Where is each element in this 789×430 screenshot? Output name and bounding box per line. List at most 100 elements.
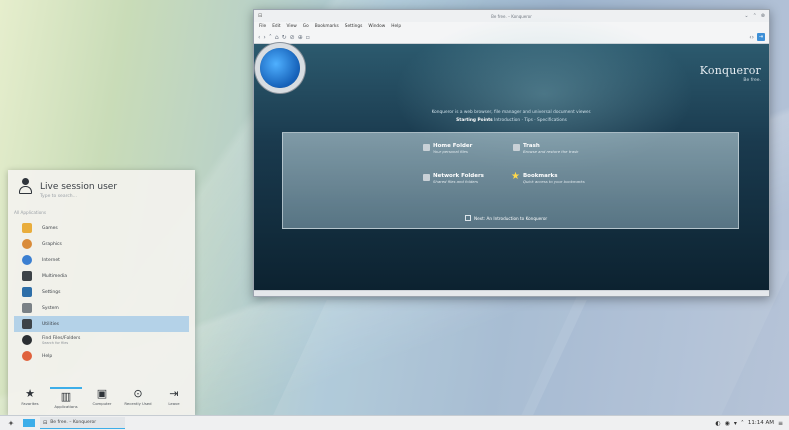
tab-label: Recently Used <box>124 401 152 406</box>
entry-desc: Your personal files <box>433 149 468 154</box>
go-button[interactable]: ⇥ <box>757 33 765 41</box>
location-icon[interactable]: ⊕ <box>298 34 303 41</box>
app-sublabel: Search for files <box>42 340 69 345</box>
app-item-find-files[interactable]: Find Files/Folders Search for files <box>8 332 195 348</box>
task-konqueror[interactable]: ⊟ Be free. – Konqueror <box>40 417 125 429</box>
multimedia-icon <box>22 271 32 281</box>
app-label: Graphics <box>42 241 62 247</box>
brand-block: Konqueror Be free. <box>700 64 761 83</box>
brand-name: Konqueror <box>699 64 761 77</box>
clock-icon: ⊙ <box>133 387 143 400</box>
starting-points-link[interactable]: Starting Points <box>456 118 493 123</box>
menu-window[interactable]: Window <box>368 24 385 29</box>
updates-icon[interactable]: ◉ <box>725 420 730 427</box>
app-item-settings[interactable]: Settings <box>8 284 195 300</box>
games-icon <box>22 223 32 233</box>
tab-computer[interactable]: ▣ Computer <box>86 387 118 409</box>
network-folders-entry[interactable]: Network Folders Shared files and folders <box>423 173 484 184</box>
home-folder-entry[interactable]: Home Folder Your personal files <box>423 143 472 154</box>
introduction-link[interactable]: Next: An Introduction to Konqueror <box>465 215 547 221</box>
star-icon: ★ <box>511 171 520 182</box>
app-item-multimedia[interactable]: Multimedia <box>8 268 195 284</box>
entry-desc: Shared files and folders <box>433 179 479 184</box>
star-icon: ★ <box>25 387 35 400</box>
app-label: Find Files/Folders <box>42 335 81 341</box>
menu-file[interactable]: File <box>259 24 266 29</box>
intro-block: Konqueror is a web browser, file manager… <box>254 110 769 123</box>
intro-text: Konqueror is a web browser, file manager… <box>431 110 592 115</box>
user-avatar-icon <box>18 178 33 195</box>
tab-leave[interactable]: ⇥ Leave <box>158 387 190 409</box>
menu-view[interactable]: View <box>287 24 297 29</box>
tab-label: Computer <box>92 401 112 406</box>
status-bar <box>254 290 769 296</box>
app-item-help[interactable]: Help <box>8 348 195 364</box>
tab-label: Leave <box>168 401 180 406</box>
stop-icon[interactable]: ⊘ <box>290 34 295 41</box>
clipboard-icon[interactable]: ◐ <box>715 420 720 427</box>
trash-icon <box>513 144 520 151</box>
pager[interactable] <box>23 419 35 427</box>
menu-bookmarks[interactable]: Bookmarks <box>315 24 339 29</box>
home-icon[interactable]: ⌂ <box>275 34 279 41</box>
app-label: Internet <box>42 257 60 263</box>
taskbar: ✦ ⊟ Be free. – Konqueror ◐ ◉ ▾ ˄ 11:14 A… <box>0 415 789 430</box>
menu-settings[interactable]: Settings <box>345 24 363 29</box>
system-icon <box>22 303 32 313</box>
up-icon[interactable]: ˄ <box>269 34 272 41</box>
tab-label: Favorites <box>21 401 39 406</box>
reload-icon[interactable]: ↻ <box>282 34 287 41</box>
app-item-utilities[interactable]: Utilities <box>14 316 189 332</box>
user-name: Live session user <box>40 181 118 192</box>
system-tray: ◐ ◉ ▾ ˄ 11:14 AM ≡ <box>715 420 783 427</box>
computer-icon: ▣ <box>96 387 108 400</box>
panel-settings-icon[interactable]: ≡ <box>778 420 783 427</box>
applications-icon: ▥ <box>60 390 72 403</box>
help-icon <box>22 351 32 361</box>
tab-label: Applications <box>54 404 78 409</box>
clock[interactable]: 11:14 AM <box>748 420 774 426</box>
trash-entry[interactable]: Trash Browse and restore the trash <box>513 143 578 154</box>
app-label: Utilities <box>42 321 59 327</box>
arrow-icon <box>465 215 471 221</box>
tab-favorites[interactable]: ★ Favorites <box>14 387 46 409</box>
graphics-icon <box>22 239 32 249</box>
bookmarks-entry[interactable]: ★ Bookmarks Quick access to your bookmar… <box>511 171 585 185</box>
internet-icon <box>22 255 32 265</box>
leave-icon: ⇥ <box>169 387 179 400</box>
home-folder-icon <box>423 144 430 151</box>
application-launcher: Live session user Type to search... All … <box>8 170 195 415</box>
network-folder-icon <box>423 174 430 181</box>
new-tab-icon[interactable]: ▫ <box>306 34 310 41</box>
network-icon[interactable]: ▾ <box>734 420 737 427</box>
app-label: Games <box>42 225 58 231</box>
app-item-graphics[interactable]: Graphics <box>8 236 195 252</box>
app-list: Games Graphics Internet Multimedia Setti… <box>8 220 195 364</box>
expand-tray-icon[interactable]: ˄ <box>741 420 744 427</box>
app-item-games[interactable]: Games <box>8 220 195 236</box>
app-label: System <box>42 305 59 311</box>
history-arrows-icon[interactable]: ‹› <box>749 34 754 41</box>
app-label: Multimedia <box>42 273 68 279</box>
konqueror-window: ⊟ Be free. – Konqueror ⌄ ⌃ ⊗ File Edit V… <box>253 9 770 297</box>
introduction-link-label: Next: An Introduction to Konqueror <box>474 215 548 221</box>
app-label: Settings <box>42 289 61 295</box>
app-label: Help <box>42 353 53 359</box>
entry-desc: Quick access to your bookmarks <box>522 179 585 184</box>
start-page: Konqueror Be free. Konqueror is a web br… <box>254 14 769 291</box>
launcher-tabs: ★ Favorites ▥ Applications ▣ Computer ⊙ … <box>14 387 190 409</box>
app-item-internet[interactable]: Internet <box>8 252 195 268</box>
nav-links[interactable]: Introduction · Tips · Specifications <box>494 118 567 123</box>
search-input[interactable]: Type to search... <box>40 194 77 199</box>
entry-desc: Browse and restore the trash <box>523 149 579 154</box>
tab-recently-used[interactable]: ⊙ Recently Used <box>122 387 154 409</box>
forward-icon[interactable]: › <box>263 34 265 41</box>
app-item-system[interactable]: System <box>8 300 195 316</box>
back-icon[interactable]: ‹ <box>258 34 260 41</box>
tab-applications[interactable]: ▥ Applications <box>50 387 82 409</box>
menu-go[interactable]: Go <box>303 24 309 29</box>
menu-edit[interactable]: Edit <box>272 24 280 29</box>
brand-tagline: Be free. <box>743 78 761 83</box>
find-icon <box>22 335 32 345</box>
launcher-icon[interactable]: ✦ <box>5 419 17 428</box>
